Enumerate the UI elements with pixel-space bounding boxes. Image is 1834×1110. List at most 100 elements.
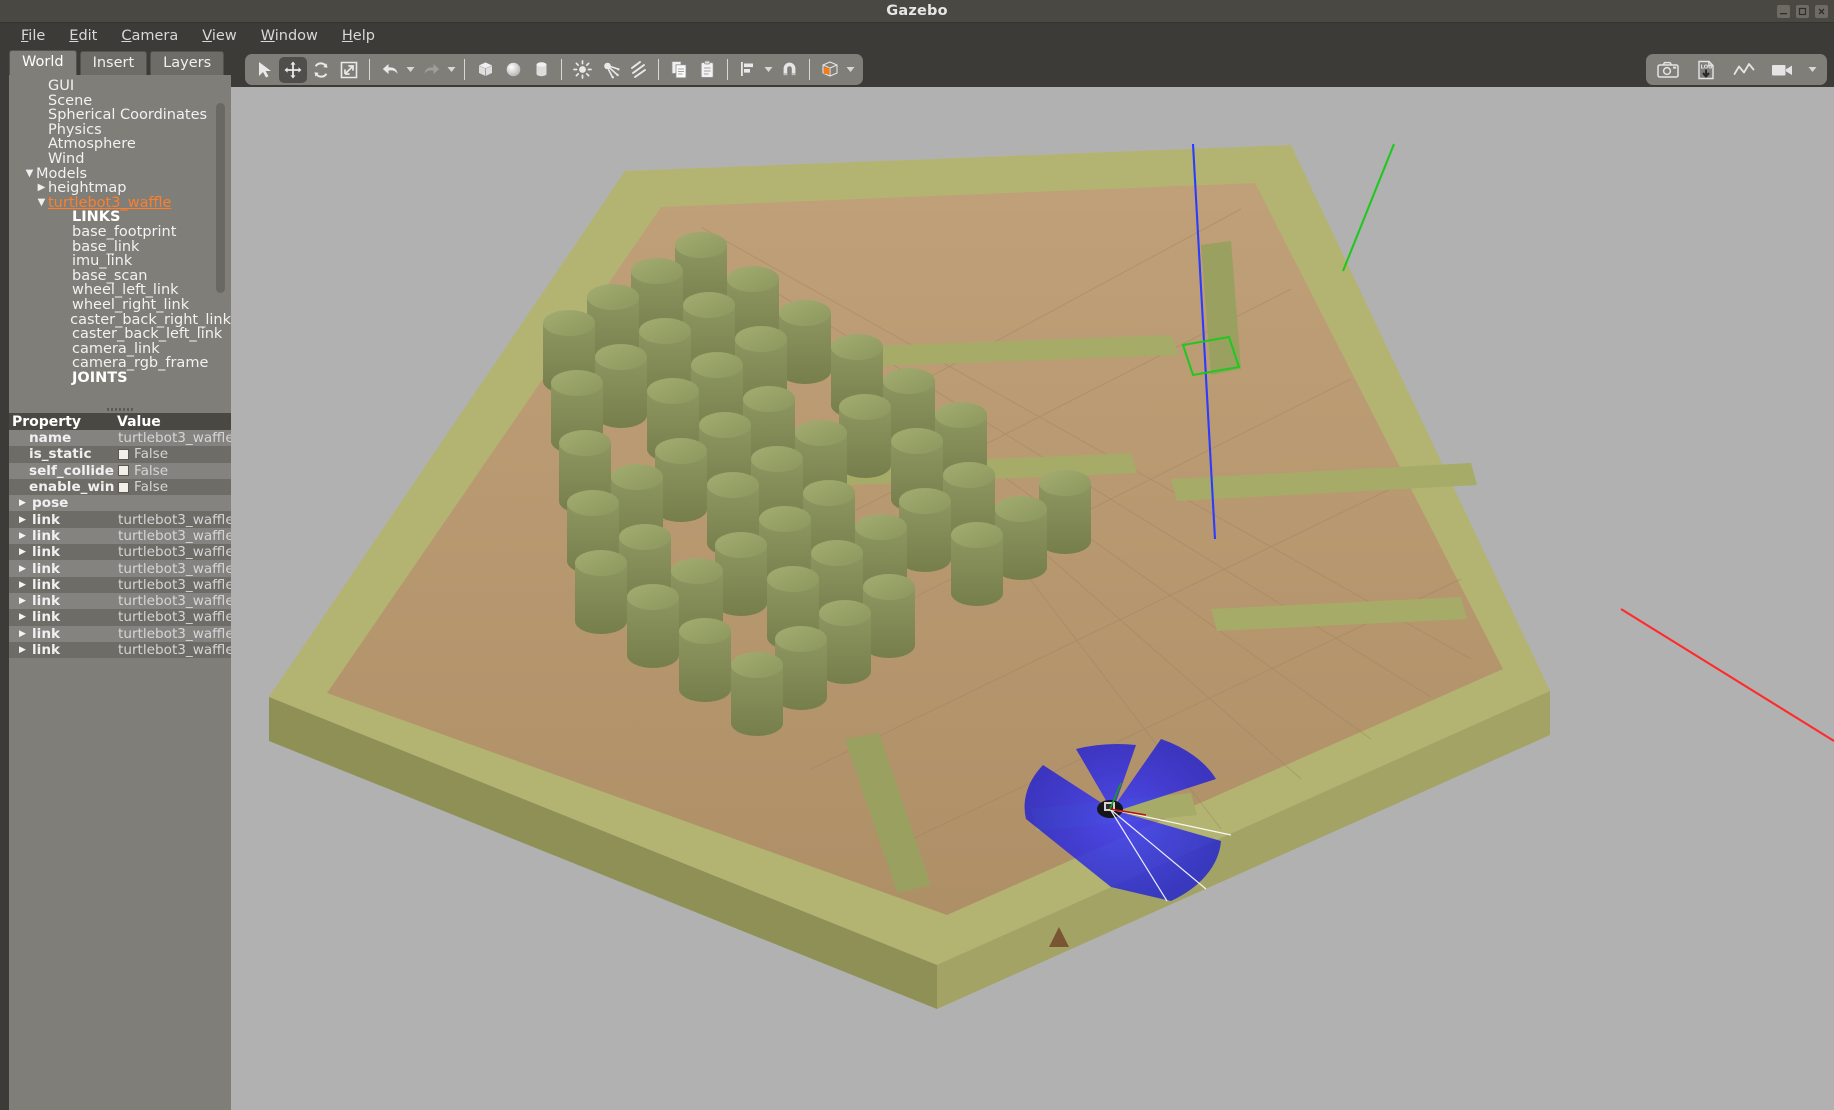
chevron-right-icon[interactable]: ▶ [16,564,29,574]
log-save-icon[interactable]: LOG [1692,57,1720,83]
property-row[interactable]: enable_wind False [9,478,231,496]
chevron-right-icon[interactable]: ▶ [16,645,29,655]
property-value[interactable]: turtlebot3_waffle:... [114,642,231,658]
scale-icon[interactable] [335,57,363,83]
property-value[interactable]: turtlebot3_waffle:... [114,544,231,560]
chevron-right-icon[interactable]: ▶ [16,580,29,590]
tree-item-models[interactable]: ▼ Models [9,166,231,182]
property-row[interactable]: ▶linkturtlebot3_waffle:... [9,592,231,610]
tree-item-wheel-left-link[interactable]: wheel_left_link [9,283,231,298]
property-row[interactable]: is_static False [9,446,231,463]
property-value[interactable]: turtlebot3_waffle:... [114,512,231,528]
tree-item-atmosphere[interactable]: Atmosphere [9,137,231,152]
tree-item-base-link[interactable]: base_link [9,239,231,255]
checkbox[interactable] [118,448,129,460]
tree-item-links[interactable]: LINKS [9,210,231,225]
checkbox[interactable] [118,481,129,493]
tree-item-joints[interactable]: JOINTS [9,371,231,386]
close-icon[interactable] [1815,5,1828,18]
chevron-down-icon[interactable] [844,66,857,73]
property-value[interactable]: turtlebot3_waffle:... [114,626,231,642]
property-row[interactable]: ▶ pose [9,495,231,512]
menu-file[interactable]: File [10,25,56,47]
chevron-right-icon[interactable]: ▶ [16,531,29,541]
tree-item-heightmap[interactable]: ▶ heightmap [9,181,231,196]
property-row[interactable]: ▶linkturtlebot3_waffle:... [9,641,231,659]
tree-item-caster-back-right-link[interactable]: caster_back_right_link [9,312,231,328]
property-value[interactable]: False [114,446,231,462]
property-value[interactable]: turtlebot3_waffle:... [114,561,231,577]
property-value[interactable]: False [114,463,231,479]
chevron-down-icon[interactable] [1806,66,1819,73]
tree-item-base-footprint[interactable]: base_footprint [9,225,231,240]
chevron-right-icon[interactable]: ▶ [35,181,48,196]
property-row[interactable]: self_collide False [9,462,231,479]
spot-light-icon[interactable] [596,57,624,83]
property-value[interactable]: turtlebot3_waffle:... [114,577,231,593]
chevron-down-icon[interactable]: ▼ [23,167,36,182]
tab-layers[interactable]: Layers [150,51,225,75]
gazebo-3d-scene[interactable] [231,49,1834,1110]
view-cube-icon[interactable] [816,57,844,83]
property-row[interactable]: ▶linkturtlebot3_waffle:... [9,560,231,577]
tree-scrollbar-thumb[interactable] [216,103,225,293]
tree-item-camera-link[interactable]: camera_link [9,342,231,357]
property-row[interactable]: ▶linkturtlebot3_waffle:... [9,511,231,528]
checkbox[interactable] [118,465,129,477]
rotate-icon[interactable] [307,57,335,83]
panel-splitter[interactable] [9,406,231,413]
property-value[interactable]: turtlebot3_waffle:... [114,593,231,609]
property-value[interactable]: turtlebot3_waffle:... [114,528,231,544]
property-row[interactable]: name turtlebot3_waffle [9,430,231,447]
tree-item-spherical-coordinates[interactable]: Spherical Coordinates [9,108,231,123]
snap-magnet-icon[interactable] [775,57,803,83]
tree-scrollbar[interactable] [216,75,228,406]
tree-item-scene[interactable]: Scene [9,93,231,109]
align-icon[interactable] [734,57,762,83]
property-value[interactable]: turtlebot3_waffle [114,430,231,446]
chevron-right-icon[interactable]: ▶ [16,498,29,508]
undo-icon[interactable] [376,57,404,83]
tree-item-gui[interactable]: GUI [9,79,231,94]
directional-light-icon[interactable] [624,57,652,83]
tree-item-camera-rgb-frame[interactable]: camera_rgb_frame [9,356,231,371]
chevron-down-icon[interactable] [445,66,458,73]
property-row[interactable]: ▶linkturtlebot3_waffle:... [9,527,231,545]
menu-window[interactable]: Window [250,25,329,47]
tree-item-caster-back-left-link[interactable]: caster_back_left_link [9,327,231,342]
chevron-right-icon[interactable]: ▶ [16,612,29,622]
minimize-icon[interactable] [1777,5,1790,18]
paste-icon[interactable] [693,57,721,83]
chevron-right-icon[interactable]: ▶ [16,547,29,557]
property-row[interactable]: ▶linkturtlebot3_waffle:... [9,544,231,561]
chevron-down-icon[interactable] [404,66,417,73]
menu-edit[interactable]: Edit [58,25,108,47]
chevron-down-icon[interactable] [762,66,775,73]
point-light-icon[interactable] [568,57,596,83]
tree-item-imu-link[interactable]: imu_link [9,254,231,269]
property-value[interactable]: turtlebot3_waffle:... [114,609,231,625]
maximize-icon[interactable] [1796,5,1809,18]
menu-help[interactable]: Help [331,25,386,47]
translate-icon[interactable] [279,56,307,83]
property-value[interactable]: False [114,479,231,495]
screenshot-camera-icon[interactable] [1654,57,1682,83]
redo-icon[interactable] [417,57,445,83]
tree-item-wind[interactable]: Wind [9,152,231,167]
tab-insert[interactable]: Insert [79,51,148,75]
cylinder-icon[interactable] [527,57,555,83]
tree-item-wheel-right-link[interactable]: wheel_right_link [9,298,231,313]
tree-item-turtlebot3-waffle[interactable]: ▼ turtlebot3_waffle [9,196,231,211]
select-arrow-icon[interactable] [251,57,279,83]
box-icon[interactable] [471,57,499,83]
property-row[interactable]: ▶linkturtlebot3_waffle:... [9,625,231,642]
plot-line-icon[interactable] [1730,57,1758,83]
property-row[interactable]: ▶linkturtlebot3_waffle:... [9,576,231,593]
tab-world[interactable]: World [9,50,77,75]
tree-item-base-scan[interactable]: base_scan [9,269,231,284]
tree-item-physics[interactable]: Physics [9,123,231,138]
chevron-right-icon[interactable]: ▶ [16,629,29,639]
chevron-down-icon[interactable]: ▼ [35,196,48,211]
sphere-icon[interactable] [499,57,527,83]
chevron-right-icon[interactable]: ▶ [16,596,29,606]
